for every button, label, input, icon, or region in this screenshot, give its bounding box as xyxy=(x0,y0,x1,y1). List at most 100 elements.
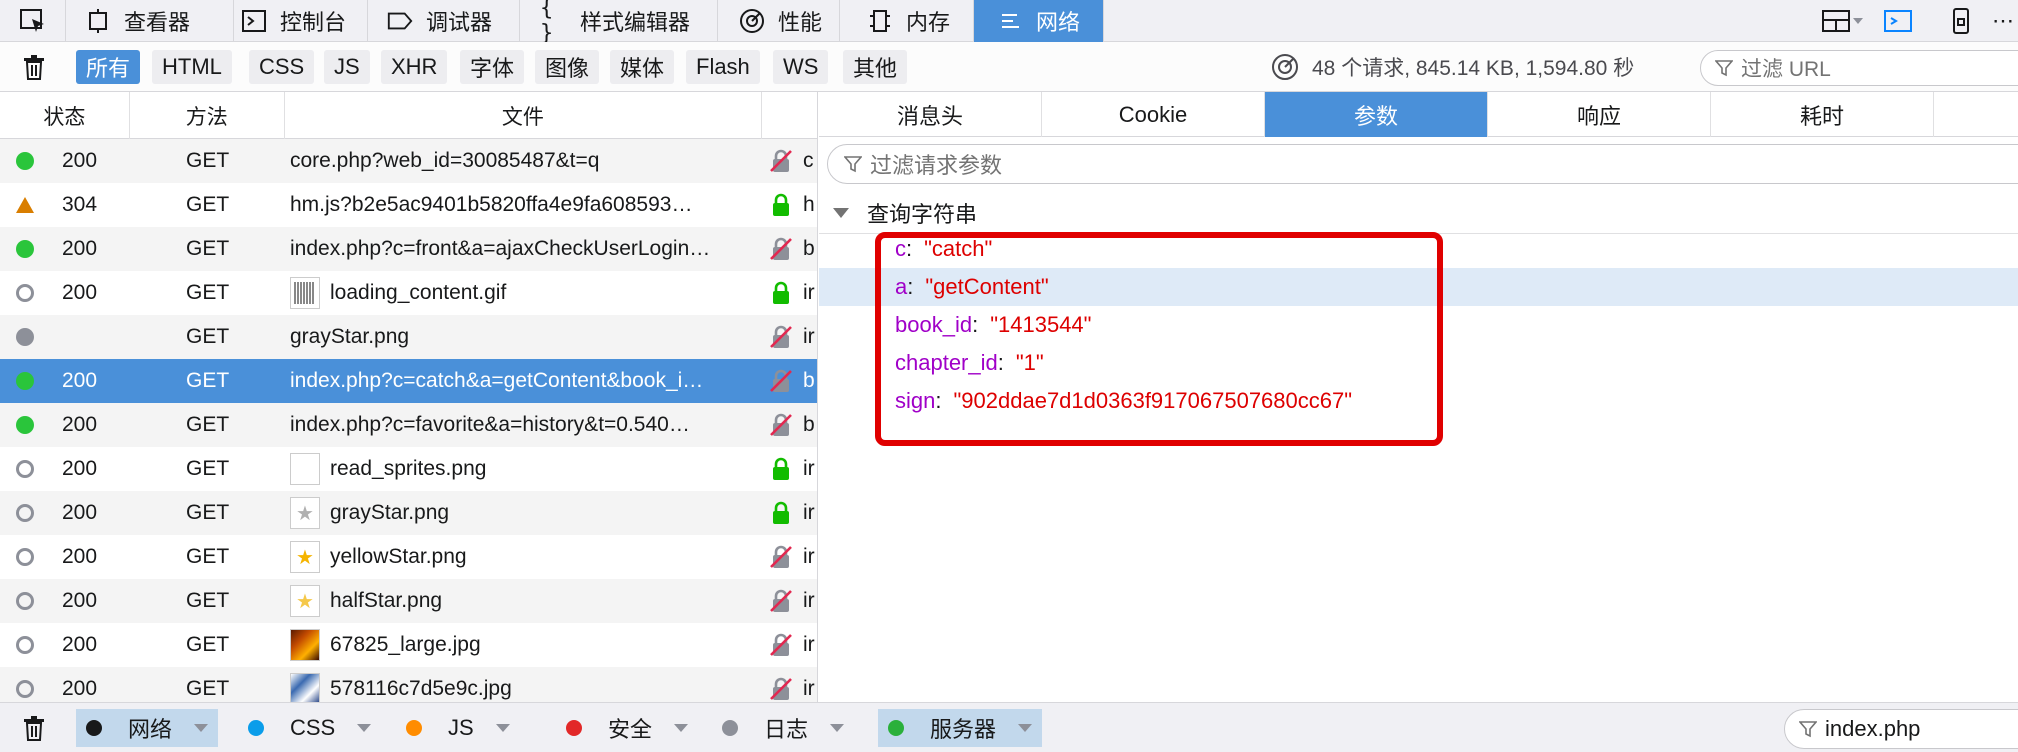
request-file: read_sprites.png xyxy=(290,453,755,485)
request-row[interactable]: 200 GET core.php?web_id=30085487&t=q c xyxy=(0,139,817,183)
column-file[interactable]: 文件 xyxy=(285,92,763,139)
request-domain: ir xyxy=(803,677,815,700)
status-code: 200 xyxy=(62,413,98,436)
image-thumbnail xyxy=(290,629,320,661)
tab-network[interactable]: 网络 xyxy=(974,0,1104,42)
more-options-icon[interactable]: ⋯ xyxy=(1988,0,2018,42)
console-filter-toggle[interactable]: 日志 xyxy=(712,709,854,747)
image-thumbnail: ★ xyxy=(290,541,320,573)
tab-console[interactable]: 控制台 xyxy=(234,0,368,42)
insecure-lock-icon xyxy=(768,148,794,174)
inspector-icon xyxy=(84,7,112,35)
request-domain: ir xyxy=(803,325,815,348)
dropdown-caret-icon[interactable] xyxy=(830,724,845,732)
performance-analysis-icon[interactable] xyxy=(1270,52,1300,82)
filter-other[interactable]: 其他 xyxy=(843,50,908,84)
console-filter-toggle[interactable]: 安全 xyxy=(556,709,698,747)
tab-headers[interactable]: 消息头 xyxy=(819,92,1042,137)
filter-fonts[interactable]: 字体 xyxy=(460,50,525,84)
file-name: yellowStar.png xyxy=(330,545,467,568)
request-row[interactable]: 200 GET index.php?c=front&a=ajaxCheckUserL… xyxy=(0,227,817,271)
category-dot-icon xyxy=(86,720,102,736)
request-file: index.php?c=favorite&a=history&t=0.540… xyxy=(290,413,755,437)
request-row[interactable]: 200 GET ★ yellowStar.png ir xyxy=(0,535,817,579)
filter-flash[interactable]: Flash xyxy=(686,50,760,84)
tab-timings[interactable]: 耗时 xyxy=(1711,92,1934,137)
insecure-lock-icon xyxy=(768,324,794,350)
tab-response[interactable]: 响应 xyxy=(1488,92,1711,137)
request-row[interactable]: 200 GET loading_content.gif ir xyxy=(0,271,817,315)
responsive-design-icon[interactable] xyxy=(1946,0,1976,42)
request-row[interactable]: 200 GET ★ halfStar.png ir xyxy=(0,579,817,623)
pick-element-icon[interactable] xyxy=(0,0,66,42)
tab-label: 查看器 xyxy=(124,10,191,35)
layout-toggle-icon[interactable] xyxy=(1816,0,1870,42)
filter-media[interactable]: 媒体 xyxy=(610,50,675,84)
request-row[interactable]: 200 GET ★ grayStar.png ir xyxy=(0,491,817,535)
request-list-header: 状态 方法 文件 xyxy=(0,92,817,139)
status-indicator xyxy=(14,282,36,304)
file-name: 67825_large.jpg xyxy=(330,633,481,656)
request-row[interactable]: 304 GET hm.js?b2e5ac9401b5820ffa4e9fa60859… xyxy=(0,183,817,227)
column-status[interactable]: 状态 xyxy=(0,92,130,139)
filter-js[interactable]: JS xyxy=(324,50,370,84)
column-method[interactable]: 方法 xyxy=(130,92,285,139)
details-tabs: 消息头 Cookie 参数 响应 耗时 xyxy=(819,92,2018,137)
request-file: loading_content.gif xyxy=(290,277,755,309)
split-console-icon[interactable] xyxy=(1880,0,1916,42)
dropdown-caret-icon[interactable] xyxy=(674,724,689,732)
url-filter-input[interactable]: 过滤 URL xyxy=(1700,50,2018,86)
status-indicator xyxy=(14,238,36,260)
console-filter-toggle[interactable]: 服务器 xyxy=(878,709,1043,747)
request-domain: b xyxy=(803,369,815,392)
clear-console-icon[interactable] xyxy=(14,707,54,749)
console-filter-toggle[interactable]: JS xyxy=(396,709,520,747)
request-domain: ir xyxy=(803,501,815,524)
category-dot-icon xyxy=(566,720,582,736)
query-string-section[interactable]: 查询字符串 xyxy=(819,192,2018,234)
status-code: 200 xyxy=(62,589,98,612)
request-method: GET xyxy=(186,677,230,700)
status-code: 200 xyxy=(62,633,98,656)
clear-requests-icon[interactable] xyxy=(14,46,54,88)
filter-ws[interactable]: WS xyxy=(773,50,829,84)
request-domain: c xyxy=(803,149,814,172)
tab-style-editor[interactable]: { } 样式编辑器 xyxy=(520,0,718,46)
tab-cookies[interactable]: Cookie xyxy=(1042,92,1265,137)
filter-html[interactable]: HTML xyxy=(152,50,232,84)
request-row[interactable]: 200 GET 67825_large.jpg ir xyxy=(0,623,817,667)
status-code: 200 xyxy=(62,501,98,524)
console-filter-toggle[interactable]: CSS xyxy=(238,709,381,747)
params-filter-input[interactable]: 过滤请求参数 xyxy=(827,144,2018,184)
insecure-lock-icon xyxy=(768,368,794,394)
tab-debugger[interactable]: 调试器 xyxy=(368,0,520,42)
request-row[interactable]: 200 GET index.php?c=catch&a=getContent&boo… xyxy=(0,359,817,403)
insecure-lock-icon xyxy=(768,676,794,702)
dropdown-caret-icon[interactable] xyxy=(1018,724,1033,732)
request-file: grayStar.png xyxy=(290,325,755,349)
file-name: index.php?c=front&a=ajaxCheckUserLogin… xyxy=(290,237,711,260)
request-file: 67825_large.jpg xyxy=(290,629,755,661)
tab-inspector[interactable]: 查看器 xyxy=(66,0,234,42)
filter-xhr[interactable]: XHR xyxy=(381,50,448,84)
tab-memory[interactable]: 内存 xyxy=(840,0,974,42)
filter-icon xyxy=(1715,59,1733,77)
filter-css[interactable]: CSS xyxy=(249,50,315,84)
request-row[interactable]: GET grayStar.png ir xyxy=(0,315,817,359)
dropdown-caret-icon[interactable] xyxy=(357,724,372,732)
dropdown-caret-icon[interactable] xyxy=(194,724,209,732)
request-row[interactable]: 200 GET index.php?c=favorite&a=history&t=0… xyxy=(0,403,817,447)
status-indicator xyxy=(14,546,36,568)
collapse-caret-icon[interactable] xyxy=(833,207,849,218)
request-row[interactable]: 200 GET 578116c7d5e9c.jpg ir xyxy=(0,667,817,702)
tab-performance[interactable]: 性能 xyxy=(718,0,840,42)
tab-params[interactable]: 参数 xyxy=(1265,92,1488,137)
filter-images[interactable]: 图像 xyxy=(535,50,600,84)
column-domain[interactable] xyxy=(762,92,817,139)
console-filter-toggle[interactable]: 网络 xyxy=(76,709,219,747)
filter-all[interactable]: 所有 xyxy=(76,50,141,84)
status-code: 200 xyxy=(62,149,98,172)
request-row[interactable]: 200 GET read_sprites.png ir xyxy=(0,447,817,491)
console-filter-input[interactable]: index.php xyxy=(1784,709,2018,749)
dropdown-caret-icon[interactable] xyxy=(495,724,510,732)
